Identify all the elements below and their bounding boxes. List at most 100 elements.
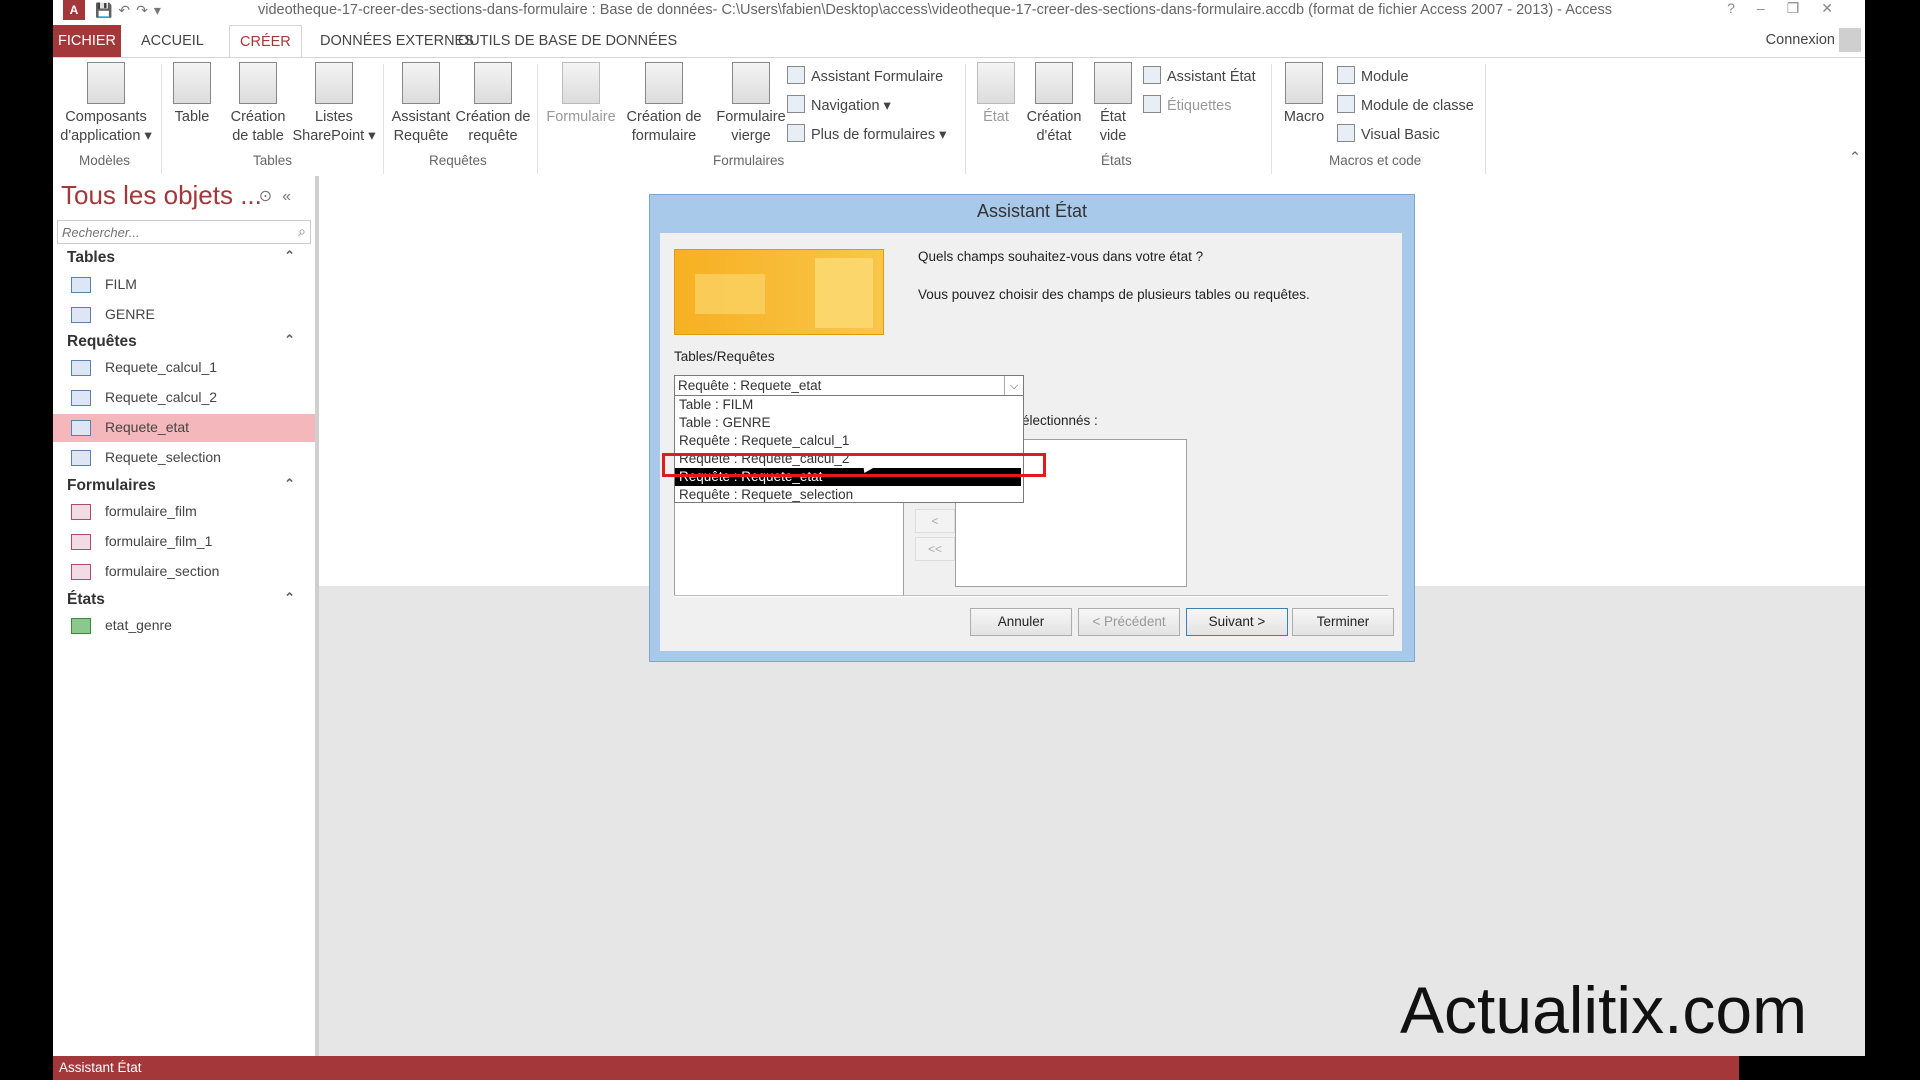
nav-section-tables[interactable]: Tables ⌃ <box>53 246 315 272</box>
module-button[interactable]: Module <box>1337 66 1409 85</box>
status-bar: Assistant État <box>53 1056 1865 1080</box>
form-icon <box>71 534 91 550</box>
highlight-box <box>662 453 1046 477</box>
dropdown-option-selection[interactable]: Requête : Requete_selection <box>675 486 1021 504</box>
nav-section-formulaires[interactable]: Formulaires ⌃ <box>53 474 315 500</box>
nav-pane-title[interactable]: Tous les objets ... <box>61 180 262 211</box>
group-etats: États <box>1101 153 1132 168</box>
form-icon <box>71 564 91 580</box>
group-formulaires: Formulaires <box>713 153 785 168</box>
divider <box>674 595 1388 597</box>
connexion-link[interactable]: Connexion <box>1766 32 1835 48</box>
etat-vide-button[interactable]: État vide <box>1089 62 1137 146</box>
query-icon <box>71 360 91 376</box>
navigation-button[interactable]: Navigation ▾ <box>787 95 891 114</box>
chevron-down-icon[interactable]: ⌵ <box>1004 376 1023 396</box>
tab-accueil[interactable]: ACCUEIL <box>131 25 214 57</box>
wizard-illustration-icon <box>674 249 884 335</box>
assistant-requete-button[interactable]: Assistant Requête <box>387 62 455 146</box>
listes-sharepoint-button[interactable]: Listes SharePoint ▾ <box>289 62 379 146</box>
labels-icon <box>1143 95 1161 113</box>
tab-fichier[interactable]: FICHIER <box>53 25 121 57</box>
nav-item-genre[interactable]: GENRE <box>53 301 315 329</box>
query-icon <box>71 450 91 466</box>
formulaire-vierge-button[interactable]: Formulaire vierge <box>711 62 791 146</box>
search-icon[interactable]: ⌕ <box>298 223 306 240</box>
collapse-icon: ⌃ <box>284 476 295 491</box>
collapse-ribbon-icon[interactable]: ⌃ <box>1849 150 1861 166</box>
creation-requete-button[interactable]: Création de requête <box>455 62 531 146</box>
separator <box>1271 64 1272 174</box>
plus-formulaires-button[interactable]: Plus de formulaires ▾ <box>787 124 946 143</box>
assistant-etat-button[interactable]: Assistant État <box>1143 66 1256 85</box>
next-button[interactable]: Suivant > <box>1186 608 1288 636</box>
tab-outils-bdd[interactable]: OUTILS DE BASE DE DONNÉES <box>448 25 687 57</box>
nav-item-formulaire-film-1[interactable]: formulaire_film_1 <box>53 528 315 556</box>
table-icon <box>71 307 91 323</box>
query-icon <box>71 390 91 406</box>
window-title: videotheque-17-creer-des-sections-dans-f… <box>258 2 1612 18</box>
app-parts-icon <box>87 62 125 104</box>
table-button[interactable]: Table <box>169 62 215 127</box>
report-icon <box>977 62 1015 104</box>
query-wizard-icon <box>402 62 440 104</box>
nav-pane-controls[interactable]: ⊙« <box>259 186 301 206</box>
window-controls[interactable]: ?–❐✕ <box>1727 0 1855 17</box>
nav-section-etats[interactable]: États ⌃ <box>53 588 315 614</box>
form-design-icon <box>645 62 683 104</box>
user-avatar-icon[interactable] <box>1839 28 1861 52</box>
cancel-button[interactable]: Annuler <box>970 608 1072 636</box>
nav-item-requete-calcul-1[interactable]: Requete_calcul_1 <box>53 354 315 382</box>
macro-icon <box>1285 62 1323 104</box>
group-tables: Tables <box>253 153 293 168</box>
report-wizard-icon <box>1143 66 1161 84</box>
nav-item-requete-etat[interactable]: Requete_etat <box>53 414 315 442</box>
dropdown-option-film[interactable]: Table : FILM <box>675 396 1021 414</box>
module-classe-button[interactable]: Module de classe <box>1337 95 1474 114</box>
separator <box>161 64 162 174</box>
report-icon <box>71 618 91 634</box>
dropdown-option-genre[interactable]: Table : GENRE <box>675 414 1021 432</box>
status-text: Assistant État <box>59 1060 142 1075</box>
collapse-icon: ⌃ <box>284 332 295 347</box>
quick-access-toolbar[interactable]: 💾↶↷▾ <box>95 2 167 19</box>
assistant-etat-dialog: Assistant État Quels champs souhaitez-vo… <box>649 194 1415 662</box>
tables-requetes-dropdown: Table : FILM Table : GENRE Requête : Req… <box>674 395 1024 503</box>
creation-table-button[interactable]: Création de table <box>225 62 291 146</box>
group-macros: Macros et code <box>1329 153 1422 168</box>
macro-button[interactable]: Macro <box>1279 62 1329 127</box>
tables-requetes-combo[interactable]: Requête : Requete_etat ⌵ <box>674 375 1024 397</box>
ribbon: Composants d'application ▾ Modèles Table… <box>53 57 1865 177</box>
nav-item-requete-selection[interactable]: Requete_selection <box>53 444 315 472</box>
separator <box>383 64 384 174</box>
tab-creer[interactable]: CRÉER <box>229 25 302 59</box>
dropdown-option-calcul-1[interactable]: Requête : Requete_calcul_1 <box>675 432 1021 450</box>
previous-button[interactable]: < Précédent <box>1078 608 1180 636</box>
collapse-icon: ⌃ <box>284 590 295 605</box>
move-back-button[interactable]: < <box>915 509 955 533</box>
selected-fields-label: électionnés : <box>1022 413 1098 428</box>
combo-value: Requête : Requete_etat <box>678 378 822 393</box>
nav-item-film[interactable]: FILM <box>53 271 315 299</box>
form-icon <box>562 62 600 104</box>
nav-section-requetes[interactable]: Requêtes ⌃ <box>53 330 315 356</box>
move-all-back-button[interactable]: << <box>915 537 955 561</box>
visual-basic-button[interactable]: Visual Basic <box>1337 124 1440 143</box>
formulaire-button[interactable]: Formulaire <box>543 62 619 127</box>
creation-formulaire-button[interactable]: Création de formulaire <box>619 62 709 146</box>
separator <box>1485 64 1486 174</box>
nav-item-formulaire-film[interactable]: formulaire_film <box>53 498 315 526</box>
assistant-formulaire-button[interactable]: Assistant Formulaire <box>787 66 943 85</box>
nav-item-formulaire-section[interactable]: formulaire_section <box>53 558 315 586</box>
title-bar: A 💾↶↷▾ videotheque-17-creer-des-sections… <box>53 0 1865 22</box>
composants-application-button[interactable]: Composants d'application ▾ <box>55 62 157 146</box>
nav-item-etat-genre[interactable]: etat_genre <box>53 612 315 640</box>
etat-button[interactable]: État <box>971 62 1021 127</box>
nav-item-requete-calcul-2[interactable]: Requete_calcul_2 <box>53 384 315 412</box>
finish-button[interactable]: Terminer <box>1292 608 1394 636</box>
separator <box>965 64 966 174</box>
etiquettes-button[interactable]: Étiquettes <box>1143 95 1232 114</box>
nav-search-input[interactable] <box>58 221 284 243</box>
access-logo-icon: A <box>63 0 85 20</box>
creation-etat-button[interactable]: Création d'état <box>1021 62 1087 146</box>
